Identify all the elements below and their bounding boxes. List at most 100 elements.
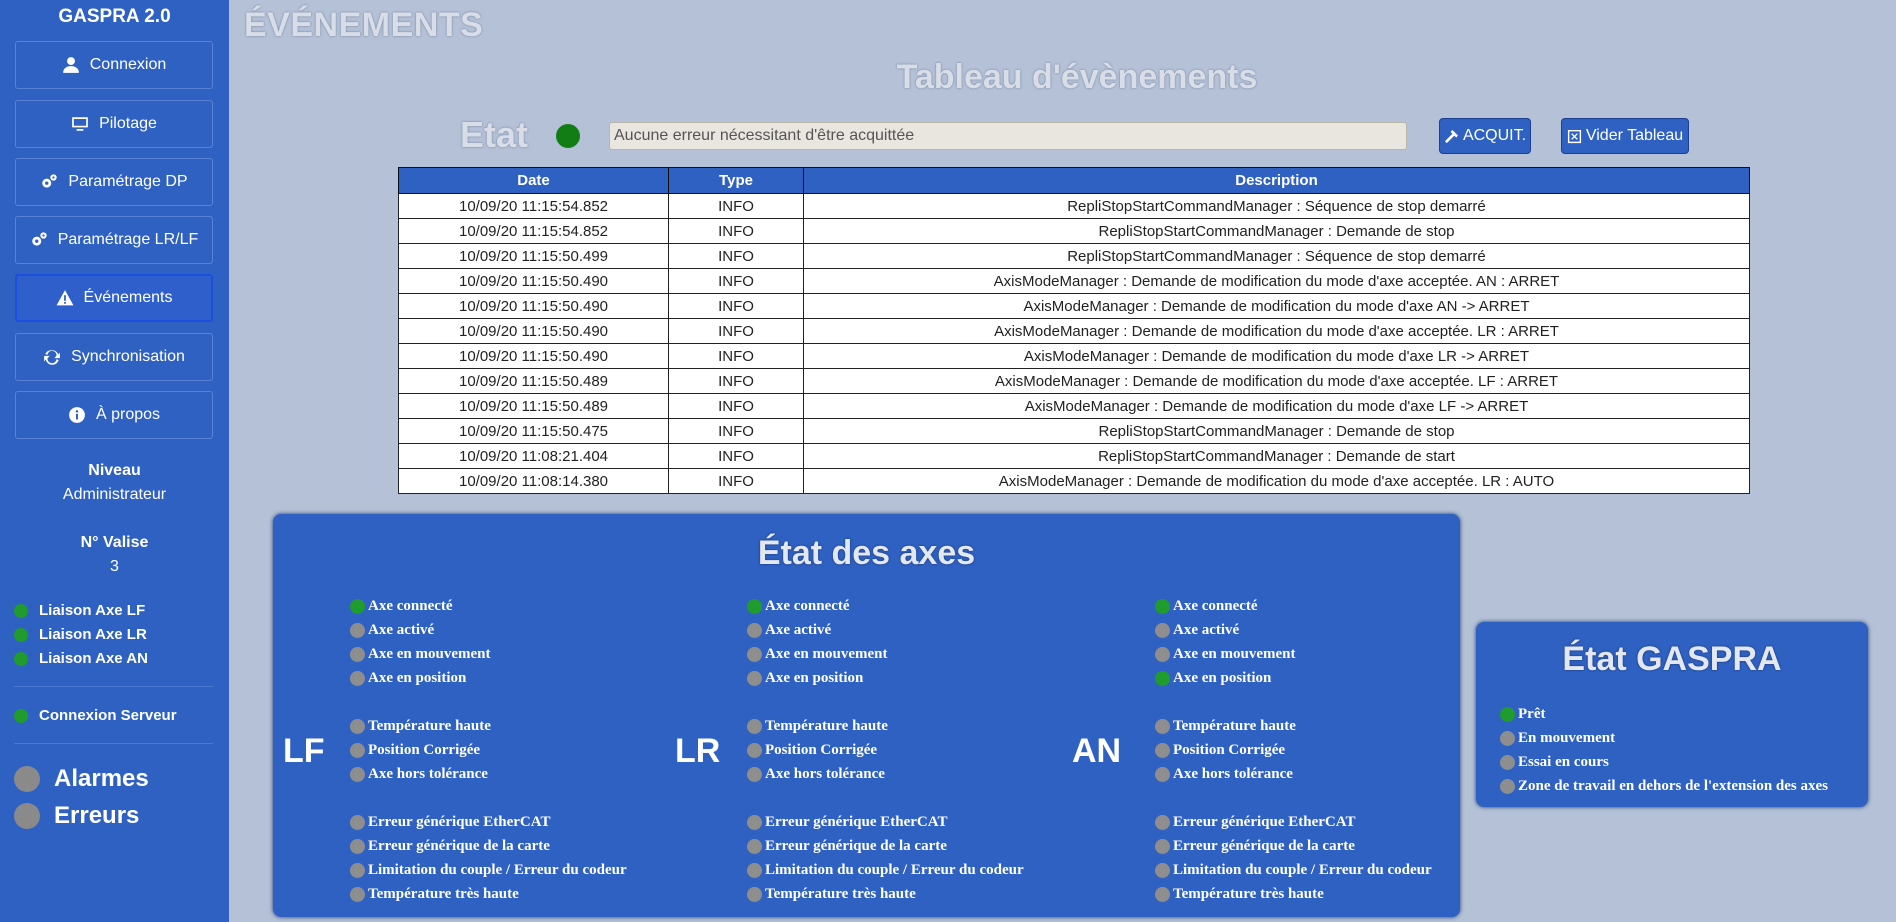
cell-date: 10/09/20 11:15:50.490 xyxy=(398,318,669,344)
status-label: Température haute xyxy=(1173,718,1296,734)
nav-pilotage-button[interactable]: Pilotage xyxy=(15,100,213,148)
column-header-type[interactable]: Type xyxy=(668,167,804,194)
status-indicator xyxy=(747,887,762,902)
status-label: Axe en position xyxy=(1173,670,1272,686)
table-row[interactable]: 10/09/20 11:08:14.380 INFO AxisModeManager… xyxy=(398,468,1750,494)
cell-description: AxisModeManager : Demande de modificatio… xyxy=(803,468,1750,494)
status-indicator xyxy=(1155,671,1170,686)
table-row[interactable]: 10/09/20 11:15:50.489 INFO AxisModeManager… xyxy=(398,393,1750,419)
table-title: Tableau d'évènements xyxy=(896,58,1258,96)
nav-synchronisation-button[interactable]: Synchronisation xyxy=(15,333,213,381)
cell-description: RepliStopStartCommandManager : Demande d… xyxy=(803,218,1750,244)
status-label: Essai en cours xyxy=(1518,754,1609,770)
cell-date: 10/09/20 11:15:50.490 xyxy=(398,293,669,319)
link-axe-lf: Liaison Axe LF xyxy=(14,602,145,619)
cell-date: 10/09/20 11:15:50.489 xyxy=(398,368,669,394)
cell-description: AxisModeManager : Demande de modificatio… xyxy=(803,393,1750,419)
gaspra-panel-title: État GASPRA xyxy=(1562,640,1782,678)
status-indicator xyxy=(747,671,762,686)
table-row[interactable]: 10/09/20 11:15:50.490 INFO AxisModeManager… xyxy=(398,318,1750,344)
status-item: Température haute xyxy=(1155,718,1296,735)
table-row[interactable]: 10/09/20 11:15:50.475 INFO RepliStopStartC… xyxy=(398,418,1750,444)
link-axe-lr: Liaison Axe LR xyxy=(14,626,147,643)
table-header-row: Date Type Description xyxy=(398,167,1750,194)
erreurs-label: Erreurs xyxy=(54,802,140,829)
status-indicator xyxy=(350,623,365,638)
table-row[interactable]: 10/09/20 11:15:50.490 INFO AxisModeManager… xyxy=(398,268,1750,294)
axes-status-panel: État des axes LF LR AN Axe connecté Axe a… xyxy=(273,514,1460,917)
status-label: Limitation du couple / Erreur du codeur xyxy=(765,862,1024,878)
erreurs-indicator: Erreurs xyxy=(14,802,139,830)
table-row[interactable]: 10/09/20 11:15:54.852 INFO RepliStopStartC… xyxy=(398,218,1750,244)
status-label: Température haute xyxy=(368,718,491,734)
cell-type: INFO xyxy=(668,218,804,244)
status-indicator xyxy=(1500,731,1515,746)
table-row[interactable]: 10/09/20 11:15:54.852 INFO RepliStopStartC… xyxy=(398,193,1750,219)
cell-date: 10/09/20 11:15:50.499 xyxy=(398,243,669,269)
status-label: Température très haute xyxy=(368,886,519,902)
level-value: Administrateur xyxy=(62,486,167,503)
cell-description: RepliStopStartCommandManager : Séquence … xyxy=(803,193,1750,219)
status-item: Axe hors tolérance xyxy=(350,766,488,783)
status-item: Axe connecté xyxy=(350,598,453,615)
nav-label: Événements xyxy=(83,289,173,306)
column-header-date[interactable]: Date xyxy=(398,167,669,194)
status-item: Prêt xyxy=(1500,706,1545,723)
status-label: Axe hors tolérance xyxy=(765,766,885,782)
events-body: 10/09/20 11:15:54.852 INFO RepliStopStartC… xyxy=(398,193,1750,494)
status-item: Erreur générique de la carte xyxy=(747,838,947,855)
status-item: Limitation du couple / Erreur du codeur xyxy=(350,862,627,879)
cell-type: INFO xyxy=(668,418,804,444)
status-indicator xyxy=(350,887,365,902)
status-indicator xyxy=(350,599,365,614)
status-label: Température très haute xyxy=(1173,886,1324,902)
column-header-description[interactable]: Description xyxy=(803,167,1750,194)
status-item: Axe en mouvement xyxy=(350,646,490,663)
axis-name-lr: LR xyxy=(675,732,721,770)
acquit-button[interactable]: ACQUIT. xyxy=(1439,118,1531,154)
status-indicator xyxy=(350,839,365,854)
status-item: Température haute xyxy=(747,718,888,735)
table-row[interactable]: 10/09/20 11:15:50.490 INFO AxisModeManager… xyxy=(398,343,1750,369)
cell-type: INFO xyxy=(668,468,804,494)
nav-label: Pilotage xyxy=(99,115,157,132)
cell-type: INFO xyxy=(668,268,804,294)
monitor-icon xyxy=(71,115,89,133)
status-label: Axe activé xyxy=(1173,622,1240,638)
clear-table-button[interactable]: Vider Tableau xyxy=(1561,118,1689,154)
gears-icon xyxy=(40,173,58,191)
nav-parametrage-dp-button[interactable]: Paramétrage DP xyxy=(15,158,213,206)
status-label: Zone de travail en dehors de l'extension… xyxy=(1518,778,1828,794)
divider xyxy=(14,743,213,744)
status-item: Limitation du couple / Erreur du codeur xyxy=(747,862,1024,879)
status-label: Axe activé xyxy=(368,622,435,638)
alarm-light xyxy=(14,766,40,792)
cell-date: 10/09/20 11:15:50.475 xyxy=(398,418,669,444)
status-label: Axe en position xyxy=(368,670,467,686)
table-row[interactable]: 10/09/20 11:15:50.490 INFO AxisModeManager… xyxy=(398,293,1750,319)
axis-name-lf: LF xyxy=(283,732,325,770)
table-row[interactable]: 10/09/20 11:15:50.489 INFO AxisModeManager… xyxy=(398,368,1750,394)
nav-label: Synchronisation xyxy=(71,348,185,365)
events-table: Date Type Description 10/09/20 11:15:54.… xyxy=(398,167,1750,494)
cell-date: 10/09/20 11:08:21.404 xyxy=(398,443,669,469)
status-label: Erreur générique de la carte xyxy=(765,838,947,854)
status-item: Limitation du couple / Erreur du codeur xyxy=(1155,862,1432,879)
cell-type: INFO xyxy=(668,293,804,319)
status-indicator xyxy=(1155,815,1170,830)
error-message-field[interactable] xyxy=(609,122,1407,150)
divider xyxy=(14,686,213,687)
cell-type: INFO xyxy=(668,343,804,369)
axis-name-an: AN xyxy=(1072,732,1122,770)
status-indicator xyxy=(747,623,762,638)
nav-parametrage-lrlf-button[interactable]: Paramétrage LR/LF xyxy=(15,216,213,264)
nav-evenements-button[interactable]: Événements xyxy=(15,274,213,322)
table-row[interactable]: 10/09/20 11:15:50.499 INFO RepliStopStartC… xyxy=(398,243,1750,269)
status-label: Position Corrigée xyxy=(1173,742,1286,758)
table-row[interactable]: 10/09/20 11:08:21.404 INFO RepliStopStartC… xyxy=(398,443,1750,469)
status-indicator xyxy=(747,839,762,854)
nav-a-propos-button[interactable]: À propos xyxy=(15,391,213,439)
status-item: Position Corrigée xyxy=(747,742,877,759)
status-label: Axe connecté xyxy=(1173,598,1258,614)
cell-date: 10/09/20 11:15:50.490 xyxy=(398,268,669,294)
